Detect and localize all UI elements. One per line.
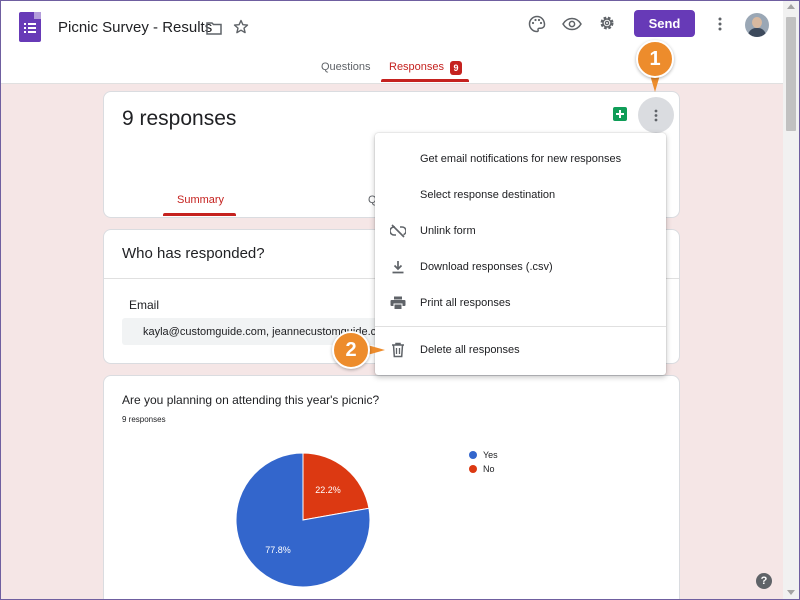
tab-summary[interactable]: Summary bbox=[177, 194, 224, 206]
settings-gear-icon[interactable] bbox=[597, 13, 617, 33]
print-icon bbox=[389, 294, 407, 312]
more-vertical-icon bbox=[654, 109, 658, 122]
menu-item-label: Print all responses bbox=[420, 297, 511, 309]
tab-questions[interactable]: Questions bbox=[321, 61, 371, 73]
menu-item-label: Unlink form bbox=[420, 225, 476, 237]
help-icon[interactable]: ? bbox=[756, 573, 772, 589]
responses-count-badge: 9 bbox=[450, 61, 462, 75]
form-title[interactable]: Picnic Survey - Results bbox=[58, 19, 212, 36]
trash-icon bbox=[389, 341, 407, 359]
menu-divider bbox=[375, 326, 666, 327]
legend-yes-swatch bbox=[469, 451, 477, 459]
menu-item-download-csv[interactable]: Download responses (.csv) bbox=[375, 249, 666, 285]
menu-item-email-notifications[interactable]: Get email notifications for new response… bbox=[375, 141, 666, 177]
question-summary-card bbox=[103, 375, 680, 600]
scrollbar-thumb[interactable] bbox=[786, 17, 796, 131]
pie-label-yes: 77.8% bbox=[265, 545, 291, 555]
tab-responses[interactable]: Responses bbox=[389, 61, 444, 73]
legend-no-swatch bbox=[469, 465, 477, 473]
account-avatar[interactable] bbox=[745, 13, 769, 37]
palette-icon[interactable] bbox=[527, 14, 547, 34]
legend-yes-label: Yes bbox=[483, 450, 498, 460]
more-vertical-icon[interactable] bbox=[712, 14, 728, 34]
responses-count-title: 9 responses bbox=[122, 107, 237, 130]
download-icon bbox=[389, 258, 407, 276]
legend-no-label: No bbox=[483, 464, 495, 474]
menu-item-label: Select response destination bbox=[420, 189, 556, 201]
scroll-down-arrow-icon[interactable] bbox=[787, 590, 795, 595]
menu-item-delete-all-responses[interactable]: Delete all responses bbox=[375, 332, 666, 368]
menu-item-label: Delete all responses bbox=[420, 344, 520, 356]
who-responded-title: Who has responded? bbox=[122, 245, 265, 262]
summary-tab-indicator bbox=[163, 213, 236, 216]
question-response-count: 9 responses bbox=[122, 415, 166, 424]
responses-options-menu: Get email notifications for new response… bbox=[375, 133, 666, 375]
menu-item-unlink-form[interactable]: Unlink form bbox=[375, 213, 666, 249]
preview-eye-icon[interactable] bbox=[561, 14, 583, 34]
menu-item-label: Get email notifications for new response… bbox=[420, 153, 622, 165]
star-icon[interactable] bbox=[232, 18, 250, 36]
step-callout-1: 1 bbox=[636, 40, 674, 78]
unlink-icon bbox=[389, 222, 407, 240]
menu-item-label: Download responses (.csv) bbox=[420, 261, 553, 273]
responses-more-options-button[interactable] bbox=[638, 97, 674, 133]
menu-item-print-responses[interactable]: Print all responses bbox=[375, 285, 666, 321]
send-button[interactable]: Send bbox=[634, 10, 695, 37]
pie-chart: 22.2% 77.8% bbox=[235, 452, 371, 588]
pie-label-no: 22.2% bbox=[315, 485, 341, 495]
question-title: Are you planning on attending this year'… bbox=[122, 393, 380, 407]
step-callout-2: 2 bbox=[332, 331, 370, 369]
active-tab-indicator bbox=[381, 79, 469, 82]
google-sheets-icon[interactable] bbox=[613, 107, 627, 121]
folder-icon[interactable] bbox=[205, 19, 223, 37]
email-label: Email bbox=[129, 298, 160, 312]
scroll-up-arrow-icon[interactable] bbox=[787, 4, 795, 9]
google-forms-logo-icon[interactable] bbox=[19, 12, 41, 42]
legend-item-yes: Yes bbox=[469, 450, 498, 460]
legend-item-no: No bbox=[469, 464, 495, 474]
menu-item-select-destination[interactable]: Select response destination bbox=[375, 177, 666, 213]
